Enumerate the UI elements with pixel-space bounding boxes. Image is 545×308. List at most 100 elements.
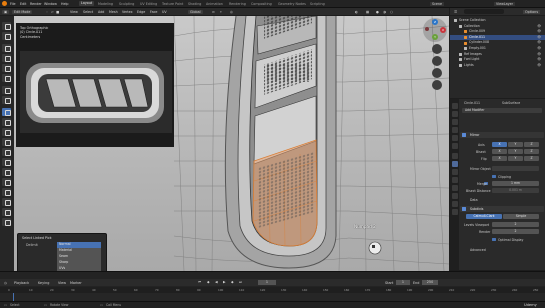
- view-layer-selector[interactable]: ViewLayer: [494, 1, 516, 6]
- visibility-eye-icon[interactable]: 👁: [537, 24, 541, 29]
- gizmo-neg-x-icon[interactable]: [425, 27, 429, 31]
- menu-view[interactable]: View: [70, 10, 78, 14]
- flip-axis-z[interactable]: Z: [524, 156, 539, 161]
- annotate-tool-icon[interactable]: [2, 86, 11, 94]
- bisect-distance-field[interactable]: 0.001 m: [492, 188, 539, 193]
- menu-file[interactable]: File: [10, 2, 16, 6]
- gizmo-x-icon[interactable]: X: [440, 27, 446, 33]
- menu-help[interactable]: Help: [61, 2, 69, 6]
- operator-title[interactable]: Select Linked Pick: [22, 236, 52, 240]
- delimit-option-sharp[interactable]: Sharp: [57, 260, 101, 266]
- jump-start-icon[interactable]: ⏮: [198, 280, 201, 284]
- menu-add[interactable]: Add: [98, 10, 104, 14]
- snap-icon[interactable]: ⌖: [220, 10, 222, 14]
- outliner-row[interactable]: Circle.009 👁: [450, 29, 545, 34]
- merge-distance-field[interactable]: 1 mm: [492, 181, 539, 186]
- timeline-track[interactable]: [0, 293, 545, 301]
- tab-modeling[interactable]: Modeling: [98, 2, 113, 6]
- menu-window[interactable]: Window: [44, 2, 57, 6]
- menu-mesh[interactable]: Mesh: [109, 10, 118, 14]
- blender-logo-icon[interactable]: [2, 1, 7, 6]
- outliner-row[interactable]: Scene Collection: [450, 18, 545, 23]
- output-tab-icon[interactable]: [451, 119, 458, 125]
- scene-selector[interactable]: Scene: [430, 1, 445, 6]
- tab-rendering[interactable]: Rendering: [229, 2, 246, 6]
- move-tool-icon[interactable]: [2, 44, 11, 52]
- visibility-eye-icon[interactable]: 👁: [537, 29, 541, 34]
- mirror-axis-z[interactable]: Z: [524, 142, 539, 147]
- data-tab-icon[interactable]: [451, 193, 458, 199]
- outliner-row[interactable]: Empty.001 👁: [450, 46, 545, 51]
- tab-sculpting[interactable]: Sculpting: [119, 2, 134, 6]
- smooth-tool-icon[interactable]: [2, 178, 11, 186]
- transform-orientation[interactable]: Global: [188, 9, 203, 14]
- outliner-search-input[interactable]: [464, 9, 504, 14]
- visibility-eye-icon[interactable]: 👁: [537, 52, 541, 57]
- bisect-axis-y[interactable]: Y: [508, 149, 523, 154]
- outliner-row[interactable]: Fwd Light 👁: [450, 57, 545, 62]
- catmull-clark-button[interactable]: Catmull-Clark: [466, 214, 502, 219]
- zoom-icon[interactable]: [432, 44, 442, 54]
- delimit-option-seam[interactable]: Seam: [57, 254, 101, 260]
- end-frame-field[interactable]: 250: [422, 280, 438, 285]
- render-tab-icon[interactable]: [451, 111, 458, 117]
- delimit-option-normal[interactable]: Normal: [57, 242, 101, 248]
- shading-rendered-icon[interactable]: ○: [390, 10, 393, 14]
- face-select-icon[interactable]: ■: [56, 10, 59, 14]
- visibility-eye-icon[interactable]: 👁: [537, 40, 541, 45]
- object-tab-icon[interactable]: [451, 153, 458, 159]
- tab-scripting[interactable]: Scripting: [310, 2, 325, 6]
- optimal-display-checkbox[interactable]: [492, 237, 496, 242]
- visibility-eye-icon[interactable]: 👁: [537, 57, 541, 62]
- menu-edit[interactable]: Edit: [20, 2, 26, 6]
- scale-tool-icon[interactable]: [2, 64, 11, 72]
- tab-layout[interactable]: Layout: [79, 0, 95, 6]
- prev-keyframe-icon[interactable]: ◆: [207, 280, 210, 284]
- subsurf-modifier-name[interactable]: Subdivis: [470, 207, 483, 211]
- mirror-object-field[interactable]: [492, 166, 539, 171]
- outliner-row[interactable]: Ref Images 👁: [450, 52, 545, 57]
- tab-compositing[interactable]: Compositing: [251, 2, 272, 6]
- levels-viewport-field[interactable]: 2: [492, 222, 539, 227]
- xray-icon[interactable]: ▦: [366, 10, 369, 14]
- transform-tool-icon[interactable]: [2, 74, 11, 82]
- jump-end-icon[interactable]: ⏭: [239, 280, 242, 284]
- poly-build-tool-icon[interactable]: [2, 158, 11, 166]
- flip-axis-y[interactable]: Y: [508, 156, 523, 161]
- tab-uv-editing[interactable]: UV Editing: [140, 2, 157, 6]
- timeline-editor-icon[interactable]: ◷: [4, 281, 7, 285]
- inset-tool-icon[interactable]: [2, 118, 11, 126]
- vertex-select-icon[interactable]: ◦: [46, 10, 48, 14]
- outliner-options-button[interactable]: Options: [523, 9, 541, 14]
- editor-type-icon[interactable]: ▣: [2, 9, 10, 14]
- data-subpanel-toggle[interactable]: Data: [470, 198, 478, 202]
- gizmo-z-icon[interactable]: Z: [432, 19, 438, 25]
- tab-geometry-nodes[interactable]: Geometry Nodes: [278, 2, 306, 6]
- constraints-tab-icon[interactable]: [451, 185, 458, 191]
- shrink-fatten-tool-icon[interactable]: [2, 198, 11, 206]
- extrude-tool-icon[interactable]: [2, 108, 11, 116]
- menu-keying[interactable]: Keying: [38, 281, 49, 285]
- tool-tab-icon[interactable]: [451, 103, 458, 109]
- menu-select[interactable]: Select: [83, 10, 93, 14]
- texture-tab-icon[interactable]: [451, 209, 458, 215]
- menu-marker[interactable]: Marker: [70, 281, 82, 285]
- visibility-eye-icon[interactable]: 👁: [537, 63, 541, 68]
- tab-animation[interactable]: Animation: [206, 2, 223, 6]
- view-layer-tab-icon[interactable]: [451, 127, 458, 133]
- play-icon[interactable]: ▶: [223, 280, 226, 284]
- edge-select-icon[interactable]: ▱: [51, 10, 54, 14]
- menu-playback[interactable]: Playback: [14, 281, 29, 285]
- select-box-tool-icon[interactable]: [2, 22, 11, 30]
- menu-uv[interactable]: UV: [162, 10, 167, 14]
- measure-tool-icon[interactable]: [2, 96, 11, 104]
- visibility-eye-icon[interactable]: 👁: [537, 35, 541, 40]
- menu-vertex[interactable]: Vertex: [122, 10, 133, 14]
- current-frame-field[interactable]: 1: [258, 280, 276, 285]
- menu-edge[interactable]: Edge: [137, 10, 145, 14]
- rip-region-tool-icon[interactable]: [2, 218, 11, 226]
- operator-redo-panel[interactable]: Select Linked Pick Delimit Normal Materi…: [17, 233, 107, 275]
- bisect-axis-x[interactable]: X: [492, 149, 507, 154]
- rotate-tool-icon[interactable]: [2, 54, 11, 62]
- navigation-gizmo[interactable]: Z X Y: [423, 18, 447, 42]
